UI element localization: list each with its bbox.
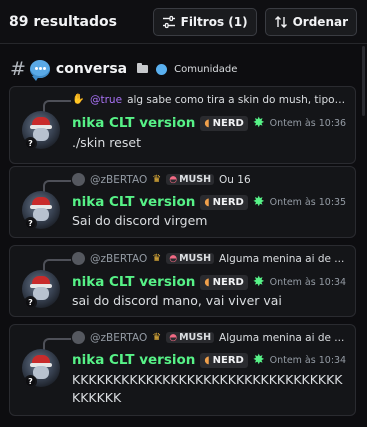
reply-text: Alguma menina ai de ...	[219, 252, 345, 265]
bread-icon: ◖	[204, 196, 210, 208]
star-badge-icon: ✸	[252, 352, 265, 368]
guild-tag-label: MUSH	[179, 253, 212, 264]
author-name[interactable]: nika CLT version	[72, 115, 195, 131]
reply-text: alg sabe como tira a skin do mush, tipo,…	[127, 93, 347, 106]
author-row: nika CLT version ◖ NERD ✸ Ontem às 10:35	[72, 194, 346, 210]
message-card[interactable]: @zBERTAO ♛ ◓ MUSH Alguma menina ai de ...…	[9, 245, 356, 317]
message-text: sai do discord mano, vai viver vai	[72, 293, 282, 308]
star-badge-icon: ✸	[252, 194, 265, 210]
search-results-header: 89 resultados Filtros (1) Ordenar	[0, 0, 367, 44]
sliders-icon	[162, 15, 175, 28]
guild-tag-label: NERD	[212, 354, 244, 366]
reply-preview[interactable]: @zBERTAO ♛ ◓ MUSH Alguma menina ai de ...	[72, 252, 347, 265]
message-card[interactable]: ✋ @true alg sabe como tira a skin do mus…	[9, 86, 356, 164]
author-row: nika CLT version ◖ NERD ✸ Ontem às 10:34	[72, 274, 346, 290]
crown-icon: ♛	[152, 332, 162, 343]
results-count: 89 resultados	[9, 13, 117, 30]
question-badge-icon: ?	[24, 137, 37, 150]
guild-tag-label: MUSH	[179, 174, 212, 185]
message-text: ./skin reset	[72, 135, 141, 150]
bread-icon: ◖	[204, 117, 210, 129]
guild-tag: ◓ MUSH	[166, 253, 215, 264]
sort-button[interactable]: Ordenar	[264, 7, 357, 36]
timestamp: Ontem às 10:34	[269, 354, 347, 366]
reply-text: Ou 16	[219, 173, 251, 186]
crown-icon: ♛	[152, 174, 162, 185]
guild-tag-label: NERD	[212, 196, 244, 208]
author-name[interactable]: nika CLT version	[72, 194, 195, 210]
guild-tag[interactable]: ◖ NERD	[200, 194, 248, 210]
mushroom-icon: ◓	[169, 332, 178, 343]
reply-username[interactable]: @true	[90, 94, 122, 106]
reply-preview[interactable]: @zBERTAO ♛ ◓ MUSH Alguma menina ai de ...	[72, 331, 347, 344]
message-card[interactable]: @zBERTAO ♛ ◓ MUSH Ou 16 ? nika CLT versio…	[9, 166, 356, 238]
author-row: nika CLT version ◖ NERD ✸ Ontem às 10:36	[72, 115, 346, 131]
reply-avatar	[72, 173, 85, 186]
guild-tag-label: NERD	[212, 117, 244, 129]
reply-avatar	[72, 252, 85, 265]
community-label: Comunidade	[174, 63, 238, 75]
globe-icon	[156, 63, 168, 75]
filters-label: Filtros (1)	[180, 14, 248, 29]
timestamp: Ontem às 10:36	[269, 117, 347, 129]
bread-icon: ◖	[204, 276, 210, 288]
message-text: Sai do discord virgem	[72, 213, 208, 228]
star-badge-icon: ✸	[252, 274, 265, 290]
reply-username[interactable]: @zBERTAO	[90, 253, 147, 265]
message-text: KKKKKKKKKKKKKKKKKKKKKKKKKKKKKKKKKKKKKKK	[72, 372, 343, 405]
sort-arrows-icon	[274, 15, 287, 28]
reply-username[interactable]: @zBERTAO	[90, 174, 147, 186]
folder-icon	[137, 63, 149, 73]
filters-button[interactable]: Filtros (1)	[152, 7, 257, 36]
timestamp: Ontem às 10:35	[269, 196, 347, 208]
author-name[interactable]: nika CLT version	[72, 352, 195, 368]
sort-label: Ordenar	[292, 14, 348, 29]
question-badge-icon: ?	[24, 217, 37, 230]
hash-icon: #	[10, 58, 26, 80]
reply-text: Alguma menina ai de ...	[219, 331, 345, 344]
reply-preview[interactable]: ✋ @true alg sabe como tira a skin do mus…	[72, 93, 347, 106]
mushroom-icon: ◓	[169, 253, 178, 264]
mushroom-icon: ◓	[169, 174, 178, 185]
guild-tag[interactable]: ◖ NERD	[200, 352, 248, 368]
guild-tag[interactable]: ◖ NERD	[200, 274, 248, 290]
scrollbar[interactable]	[362, 46, 365, 116]
author-row: nika CLT version ◖ NERD ✸ Ontem às 10:34	[72, 352, 346, 368]
reply-preview[interactable]: @zBERTAO ♛ ◓ MUSH Ou 16	[72, 173, 347, 186]
hand-icon: ✋	[72, 94, 85, 105]
speech-bubble-icon	[29, 60, 50, 81]
guild-tag: ◓ MUSH	[166, 332, 215, 343]
star-badge-icon: ✸	[252, 115, 265, 131]
bread-icon: ◖	[204, 354, 210, 366]
guild-tag[interactable]: ◖ NERD	[200, 115, 248, 131]
question-badge-icon: ?	[24, 375, 37, 388]
timestamp: Ontem às 10:34	[269, 276, 347, 288]
guild-tag-label: NERD	[212, 276, 244, 288]
guild-tag-label: MUSH	[179, 332, 212, 343]
reply-username[interactable]: @zBERTAO	[90, 332, 147, 344]
reply-avatar	[72, 331, 85, 344]
guild-tag: ◓ MUSH	[166, 174, 215, 185]
crown-icon: ♛	[152, 253, 162, 264]
question-badge-icon: ?	[24, 296, 37, 309]
author-name[interactable]: nika CLT version	[72, 274, 195, 290]
channel-name: conversa	[55, 61, 128, 77]
message-card[interactable]: @zBERTAO ♛ ◓ MUSH Alguma menina ai de ...…	[9, 324, 356, 416]
